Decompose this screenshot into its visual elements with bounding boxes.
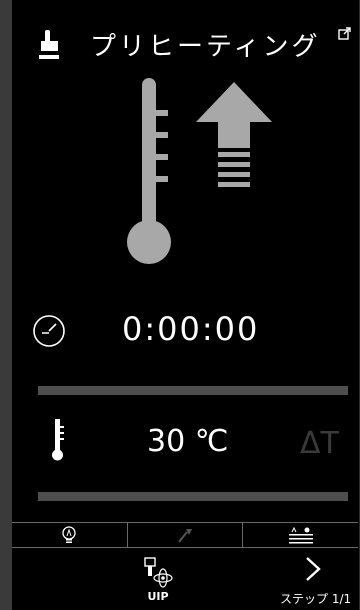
next-step-button[interactable]: ステップ 1/1 [276, 556, 356, 606]
function-bar [12, 522, 358, 548]
left-edge-strip [0, 0, 12, 610]
thermometer-small-icon [52, 419, 64, 461]
settings-lines-button[interactable] [243, 523, 358, 547]
temperature-row[interactable]: 30 ℃ ΔT [12, 410, 359, 470]
temperature-value: 30 ℃ [147, 424, 229, 459]
step-counter: ステップ 1/1 [280, 592, 352, 606]
uip-label: UIP [147, 590, 169, 603]
delta-t-label[interactable]: ΔT [300, 426, 339, 461]
temperature-progress-bar [38, 492, 348, 501]
lamp-button[interactable] [12, 523, 128, 547]
uip-button[interactable]: UIP [138, 556, 178, 606]
temperature-layer: 30 ℃ ΔT [12, 0, 359, 610]
probe-icon [178, 529, 192, 543]
lamp-icon [62, 526, 76, 543]
chevron-right-icon [306, 557, 321, 581]
probe-button[interactable] [128, 523, 244, 547]
settings-lines-icon [288, 526, 313, 544]
uip-cleaning-icon [144, 557, 173, 588]
